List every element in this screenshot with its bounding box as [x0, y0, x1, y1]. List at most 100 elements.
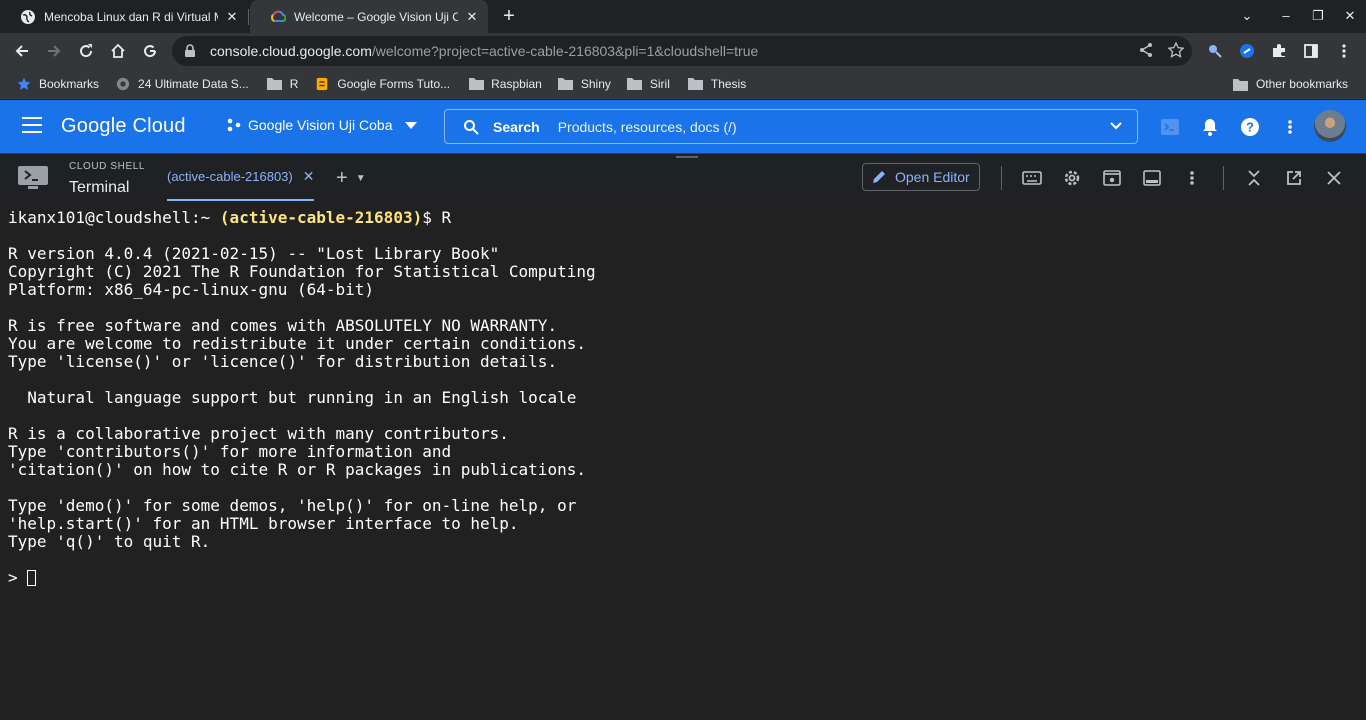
tab-search-icon[interactable]: ⌄ — [1238, 8, 1256, 26]
search-bar[interactable]: Search Products, resources, docs (/) — [444, 109, 1138, 144]
restore-icon[interactable]: ❐ — [1309, 8, 1327, 26]
google-cloud-logo[interactable]: Google Cloud — [61, 115, 186, 138]
terminal-line: Natural language support but running in … — [8, 388, 577, 407]
browser-tab-1[interactable]: Mencoba Linux dan R di Virtual M ✕ — [0, 0, 248, 33]
prompt-line: ikanx101@cloudshell:~ (active-cable-2168… — [8, 209, 1358, 227]
cloud-shell-icon[interactable] — [1160, 117, 1180, 137]
cloud-shell-bar: CLOUD SHELL Terminal (active-cable-21680… — [0, 153, 1366, 201]
more-vert-icon[interactable] — [1280, 117, 1300, 137]
terminal-line: R is a collaborative project with many c… — [8, 424, 509, 443]
close-icon[interactable]: ✕ — [464, 9, 480, 25]
close-icon[interactable]: ✕ — [303, 168, 315, 185]
extension-icon[interactable] — [1205, 41, 1225, 61]
puzzle-icon[interactable] — [1269, 41, 1289, 61]
keyboard-icon[interactable] — [1022, 168, 1042, 188]
window-close-icon[interactable]: ✕ — [1341, 8, 1359, 26]
folder-icon — [627, 76, 643, 92]
terminal-line: Platform: x86_64-pc-linux-gnu (64-bit) — [8, 280, 375, 299]
notifications-icon[interactable] — [1200, 117, 1220, 137]
browser-tab-strip: Mencoba Linux dan R di Virtual M ✕ Welco… — [0, 0, 1366, 33]
terminal-line: Copyright (C) 2021 The R Foundation for … — [8, 262, 596, 281]
address-bar[interactable]: console.cloud.google.com/welcome?project… — [172, 36, 1192, 66]
google-icon[interactable] — [140, 41, 160, 61]
folder-icon — [468, 76, 484, 92]
open-editor-button[interactable]: Open Editor — [862, 163, 980, 191]
gear-icon[interactable] — [1062, 168, 1082, 188]
collapse-icon[interactable] — [1244, 168, 1264, 188]
bookmark-item[interactable]: Siril — [627, 76, 670, 92]
chevron-down-icon[interactable]: ▼ — [356, 173, 366, 184]
menu-icon[interactable] — [22, 117, 42, 133]
terminal-icon — [18, 165, 48, 191]
folder-icon — [688, 76, 704, 92]
home-icon[interactable] — [108, 41, 128, 61]
svg-text:?: ? — [1246, 120, 1254, 135]
side-panel-icon[interactable] — [1301, 41, 1321, 61]
r-prompt: > — [8, 568, 28, 587]
pencil-icon — [871, 169, 887, 185]
close-icon[interactable] — [1324, 168, 1344, 188]
terminal-line: You are welcome to redistribute it under… — [8, 334, 586, 353]
bookmarks-bar: Bookmarks 24 Ultimate Data S... R Google… — [0, 69, 1366, 99]
globe-icon — [20, 9, 36, 25]
project-icon — [226, 117, 242, 133]
bookmark-label: Thesis — [710, 76, 747, 91]
bookmark-item[interactable]: Shiny — [558, 76, 611, 92]
prompt-project: (active-cable-216803) — [219, 208, 423, 227]
project-name: Google Vision Uji Coba — [248, 117, 393, 133]
search-placeholder: Products, resources, docs (/) — [557, 118, 737, 135]
chevron-down-icon[interactable] — [1109, 119, 1123, 136]
close-icon[interactable]: ✕ — [224, 9, 240, 25]
url-path: /welcome?project=active-cable-216803&pli… — [371, 43, 759, 59]
minimize-panel-icon[interactable] — [1142, 168, 1162, 188]
tab-divider — [248, 9, 249, 25]
terminal-session-tab[interactable]: (active-cable-216803) ✕ — [167, 154, 315, 201]
open-new-window-icon[interactable] — [1284, 168, 1304, 188]
folder-icon — [267, 76, 283, 92]
browser-tab-2[interactable]: Welcome – Google Vision Uji C ✕ — [250, 0, 488, 33]
input-line[interactable]: > — [8, 569, 1358, 587]
bookmark-item[interactable]: Bookmarks — [16, 76, 99, 92]
terminal-line: Type 'q()' to quit R. — [8, 532, 211, 551]
back-icon[interactable] — [12, 41, 32, 61]
web-preview-icon[interactable] — [1102, 168, 1122, 188]
tab-title: Mencoba Linux dan R di Virtual M — [44, 9, 218, 24]
browser-menu-icon[interactable] — [1334, 41, 1354, 61]
other-bookmarks[interactable]: Other bookmarks — [1233, 76, 1348, 92]
terminal-line: Type 'contributors()' for more informati… — [8, 442, 452, 461]
terminal-line: 'citation()' on how to cite R or R packa… — [8, 460, 586, 479]
link-extension-icon[interactable] — [1237, 41, 1257, 61]
project-picker[interactable]: Google Vision Uji Coba — [226, 117, 417, 133]
reload-icon[interactable] — [76, 41, 96, 61]
help-icon[interactable]: ? — [1240, 117, 1260, 137]
terminal-output[interactable]: ikanx101@cloudshell:~ (active-cable-2168… — [0, 201, 1366, 720]
more-vert-icon[interactable] — [1182, 168, 1202, 188]
bookmark-item[interactable]: Google Forms Tuto... — [314, 76, 450, 92]
folder-icon — [558, 76, 574, 92]
site-icon — [314, 76, 330, 92]
bookmark-label: Raspbian — [491, 76, 542, 91]
bookmark-item[interactable]: 24 Ultimate Data S... — [115, 76, 249, 92]
open-editor-label: Open Editor — [895, 169, 970, 185]
bookmark-item[interactable]: Raspbian — [468, 76, 542, 92]
resize-handle[interactable] — [676, 156, 698, 158]
new-tab-button[interactable]: + — [498, 6, 520, 28]
gcloud-header: Google Cloud Google Vision Uji Coba Sear… — [0, 100, 1366, 153]
bookmark-item[interactable]: Thesis — [688, 76, 746, 92]
share-icon[interactable] — [1138, 42, 1154, 61]
session-tab-label: (active-cable-216803) — [167, 169, 293, 184]
forward-icon[interactable] — [44, 41, 64, 61]
bookmark-label: Google Forms Tuto... — [337, 76, 451, 91]
terminal-title: Terminal — [69, 179, 130, 196]
bookmark-item[interactable]: R — [267, 76, 298, 92]
minimize-icon[interactable]: – — [1277, 8, 1295, 26]
terminal-line: Type 'demo()' for some demos, 'help()' f… — [8, 496, 577, 515]
add-session-button[interactable]: + ▼ — [336, 167, 366, 190]
avatar[interactable] — [1314, 110, 1346, 142]
star-icon[interactable] — [1167, 41, 1185, 61]
cloud-shell-label: CLOUD SHELL — [69, 161, 146, 172]
